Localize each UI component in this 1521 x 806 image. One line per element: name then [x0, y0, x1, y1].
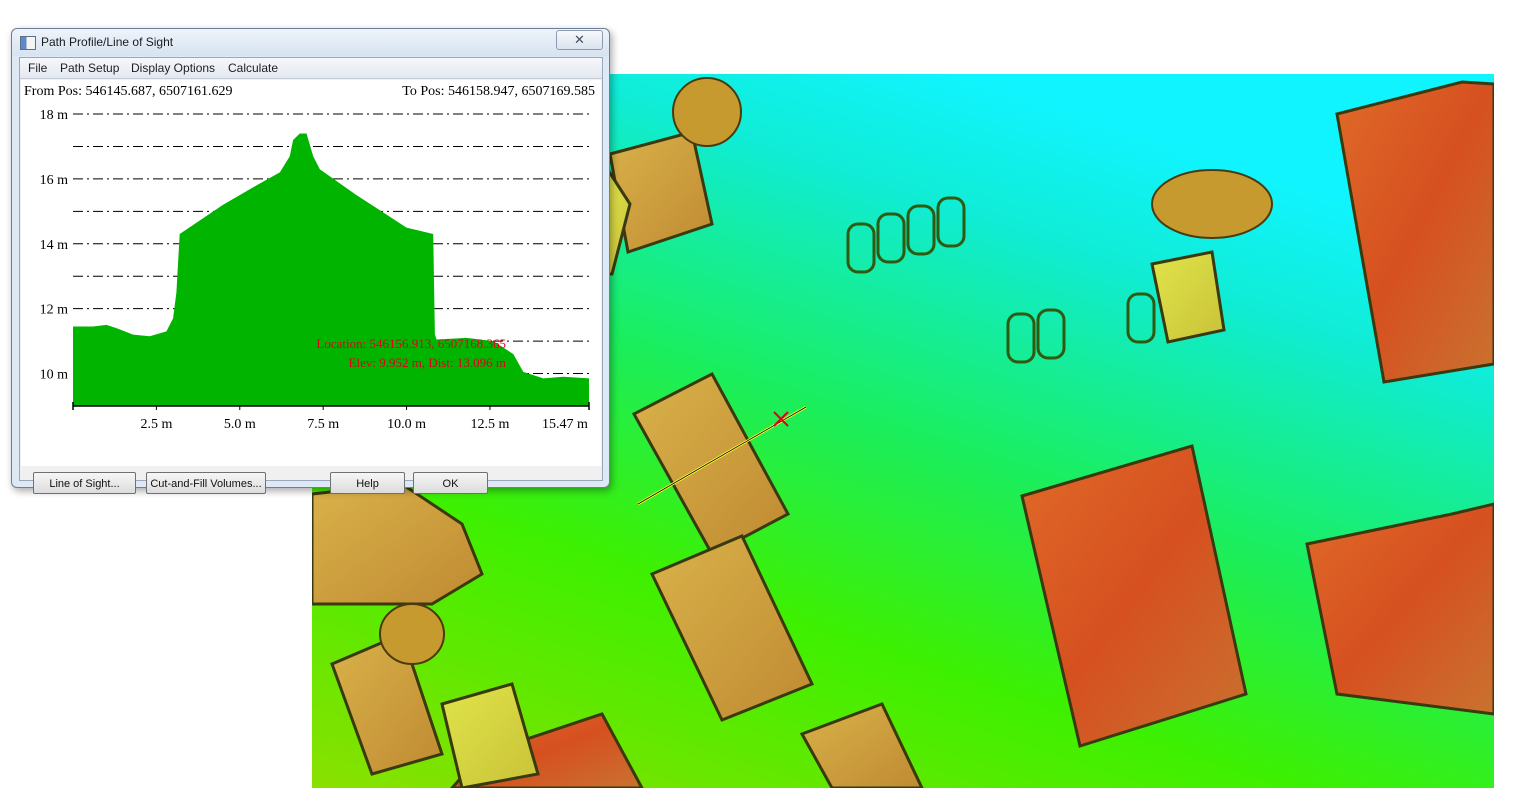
tree-canopy — [1151, 169, 1273, 239]
y-tick-label: 12 m — [40, 303, 69, 318]
location-readout: Location: 546156.913, 6507168.365 — [316, 336, 506, 351]
y-tick-label: 14 m — [40, 238, 69, 253]
x-tick-label: 5.0 m — [224, 417, 256, 432]
title-bar[interactable]: Path Profile/Line of Sight ✕ — [12, 29, 609, 56]
x-tick-label: 7.5 m — [307, 417, 339, 432]
cut-and-fill-button[interactable]: Cut-and-Fill Volumes... — [146, 472, 266, 494]
ok-button[interactable]: OK — [413, 472, 488, 494]
x-tick-label: 15.47 m — [542, 417, 588, 432]
menu-display-options[interactable]: Display Options — [131, 61, 215, 75]
profile-chart[interactable]: 10 m 12 m 14 m 16 m 18 m 2.5 m 5.0 m 7.5 m 10.0 … — [21, 80, 601, 466]
x-tick-label: 10.0 m — [387, 417, 426, 432]
tree-canopy — [672, 77, 742, 147]
y-tick-label: 18 m — [40, 108, 69, 123]
window-title: Path Profile/Line of Sight — [41, 35, 174, 49]
x-tick-label: 12.5 m — [470, 417, 509, 432]
menu-calculate[interactable]: Calculate — [228, 61, 278, 75]
tree-canopy — [379, 603, 445, 665]
menu-file[interactable]: File — [28, 61, 47, 75]
to-position: To Pos: 546158.947, 6507169.585 — [402, 84, 595, 99]
path-profile-window: Path Profile/Line of Sight ✕ File Path S… — [11, 28, 610, 494]
help-button[interactable]: Help — [330, 472, 405, 494]
line-of-sight-button[interactable]: Line of Sight... — [33, 472, 136, 494]
app-icon — [20, 36, 36, 50]
x-tick-label: 2.5 m — [140, 417, 172, 432]
close-icon[interactable]: ✕ — [556, 30, 603, 50]
profile-area-series — [73, 133, 589, 406]
from-position: From Pos: 546145.687, 6507161.629 — [24, 84, 232, 99]
menu-path-setup[interactable]: Path Setup — [60, 61, 119, 75]
y-tick-label: 16 m — [40, 173, 69, 188]
menu-bar: File Path Setup Display Options Calculat… — [20, 58, 602, 79]
window-client: File Path Setup Display Options Calculat… — [19, 57, 603, 494]
y-tick-label: 10 m — [40, 368, 69, 383]
elevation-readout: Elev: 9.952 m, Dist: 13.096 m — [349, 355, 506, 370]
